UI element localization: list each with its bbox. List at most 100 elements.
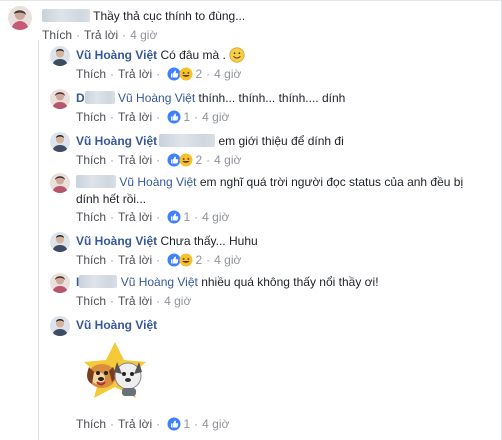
comment-text: Thầy thả cục thính to đùng...	[93, 9, 246, 23]
haha-reaction-icon[interactable]	[179, 253, 193, 271]
comment-actions: Thích · Trả lời · 1 · 4 giờ	[76, 209, 229, 228]
haha-reaction-icon[interactable]	[179, 153, 193, 171]
reaction-count[interactable]: 2	[195, 67, 202, 81]
comment-text: em nghĩ quá trời người đọc status của an…	[199, 175, 464, 189]
haha-reaction-icon[interactable]	[179, 67, 193, 85]
redacted-name	[76, 175, 116, 188]
separator: ·	[110, 153, 115, 167]
separator: ·	[156, 110, 161, 124]
comment-text: Có đâu mà .	[160, 48, 226, 62]
like-link[interactable]: Thích	[76, 210, 106, 224]
redacted-name	[42, 9, 90, 22]
like-reaction-icon[interactable]	[167, 210, 181, 228]
mention-name[interactable]: Vũ Hoàng Việt	[119, 175, 196, 189]
author-name[interactable]: Vũ Hoàng Việt	[76, 234, 157, 248]
mention-name[interactable]: Vũ Hoàng Việt	[118, 91, 195, 105]
comment-thread: Thầy thả cục thính to đùng... Thích · Trả …	[0, 0, 502, 440]
separator: ·	[206, 67, 211, 81]
separator: ·	[194, 110, 199, 124]
avatar[interactable]	[50, 132, 70, 152]
avatar[interactable]	[50, 173, 70, 193]
frame-top-border	[0, 0, 502, 1]
separator: ·	[110, 294, 115, 308]
separator: ·	[156, 417, 161, 431]
timestamp[interactable]: 4 giờ	[214, 153, 241, 167]
avatar[interactable]	[50, 89, 70, 109]
reply-comment: Vũ Hoàng Việt em giới thiệu để dính đi T…	[50, 132, 490, 172]
reply-comment: Vũ Hoàng Việt Có đâu mà . Thích · Trả lời ·…	[50, 46, 490, 86]
comment-text: nhiều quá không thấy nổi thầy ơi!	[201, 275, 379, 289]
timestamp[interactable]: 4 giờ	[164, 294, 191, 308]
reply-thread-line	[38, 40, 39, 440]
separator: ·	[194, 417, 199, 431]
reply-link[interactable]: Trả lời	[118, 294, 152, 308]
separator: ·	[206, 253, 211, 267]
author-name[interactable]: Vũ Hoàng Việt	[76, 318, 157, 332]
reaction-count[interactable]: 2	[195, 153, 202, 167]
comment-actions: Thích · Trả lời · 2 · 4 giờ	[76, 152, 241, 171]
timestamp[interactable]: 4 giờ	[214, 253, 241, 267]
avatar[interactable]	[50, 316, 70, 336]
like-link[interactable]: Thích	[42, 28, 72, 42]
reply-link[interactable]: Trả lời	[118, 210, 152, 224]
timestamp[interactable]: 4 giờ	[202, 110, 229, 124]
comment-actions: Thích · Trả lời · 2 · 4 giờ	[76, 252, 241, 271]
separator: ·	[156, 210, 161, 224]
cartoon-dogs-sticker-icon[interactable]	[80, 340, 150, 402]
like-reaction-icon[interactable]	[167, 417, 181, 435]
separator: ·	[110, 110, 115, 124]
reply-comment: Vũ Hoàng Việt	[50, 316, 490, 336]
reaction-count[interactable]: 1	[183, 210, 190, 224]
comment-text-continued: dính hết rồi...	[76, 192, 147, 206]
comment-text: em giới thiệu để dính đi	[218, 134, 344, 148]
author-name[interactable]: Vũ Hoàng Việt	[76, 48, 157, 62]
like-reaction-icon[interactable]	[167, 110, 181, 128]
reaction-count[interactable]: 1	[183, 417, 190, 431]
smile-emoji-icon	[229, 47, 245, 67]
like-link[interactable]: Thích	[76, 417, 106, 431]
avatar[interactable]	[50, 273, 70, 293]
separator: ·	[156, 67, 161, 81]
separator: ·	[156, 294, 161, 308]
reply-link[interactable]: Trả lời	[84, 28, 118, 42]
like-link[interactable]: Thích	[76, 294, 106, 308]
timestamp[interactable]: 4 giờ	[214, 67, 241, 81]
reply-comment: Vũ Hoàng Việt em nghĩ quá trời người đọc…	[50, 173, 490, 229]
comment-text: Chưa thấy... Huhu	[160, 234, 258, 248]
reply-link[interactable]: Trả lời	[118, 153, 152, 167]
redacted-name	[159, 134, 216, 147]
reply-comment: D Vũ Hoàng Việt thính... thính... thính.…	[50, 89, 490, 129]
comment-actions: Thích · Trả lời · 4 giờ	[76, 293, 191, 309]
comment-actions: Thích · Trả lời · 1 · 4 giờ	[76, 416, 229, 435]
reply-comment: Vũ Hoàng Việt Chưa thấy... Huhu Thích · Tr…	[50, 232, 490, 272]
reply-link[interactable]: Trả lời	[118, 110, 152, 124]
avatar[interactable]	[8, 6, 32, 30]
reply-link[interactable]: Trả lời	[118, 67, 152, 81]
like-link[interactable]: Thích	[76, 253, 106, 267]
mention-name[interactable]: Vũ Hoàng Việt	[121, 275, 198, 289]
reaction-count[interactable]: 2	[195, 253, 202, 267]
reply-comment: I Vũ Hoàng Việt nhiều quá không thấy nổi…	[50, 273, 490, 313]
timestamp[interactable]: 4 giờ	[130, 28, 157, 42]
reaction-count[interactable]: 1	[183, 110, 190, 124]
like-link[interactable]: Thích	[76, 110, 106, 124]
redacted-name	[79, 275, 118, 288]
avatar[interactable]	[50, 46, 70, 66]
comment-actions: Thích · Trả lời · 1 · 4 giờ	[76, 109, 229, 128]
avatar[interactable]	[50, 232, 70, 252]
comment-actions: Thích · Trả lời · 2 · 4 giờ	[76, 66, 241, 85]
separator: ·	[194, 210, 199, 224]
author-name[interactable]: Vũ Hoàng Việt	[76, 134, 157, 148]
timestamp[interactable]: 4 giờ	[202, 417, 229, 431]
separator: ·	[206, 153, 211, 167]
separator: ·	[122, 28, 127, 42]
like-link[interactable]: Thích	[76, 153, 106, 167]
separator: ·	[76, 28, 81, 42]
timestamp[interactable]: 4 giờ	[202, 210, 229, 224]
redacted-name: D	[76, 91, 85, 105]
separator: ·	[110, 210, 115, 224]
reply-link[interactable]: Trả lời	[118, 417, 152, 431]
comment-actions: Thích · Trả lời · 4 giờ	[42, 27, 157, 43]
reply-link[interactable]: Trả lời	[118, 253, 152, 267]
like-link[interactable]: Thích	[76, 67, 106, 81]
